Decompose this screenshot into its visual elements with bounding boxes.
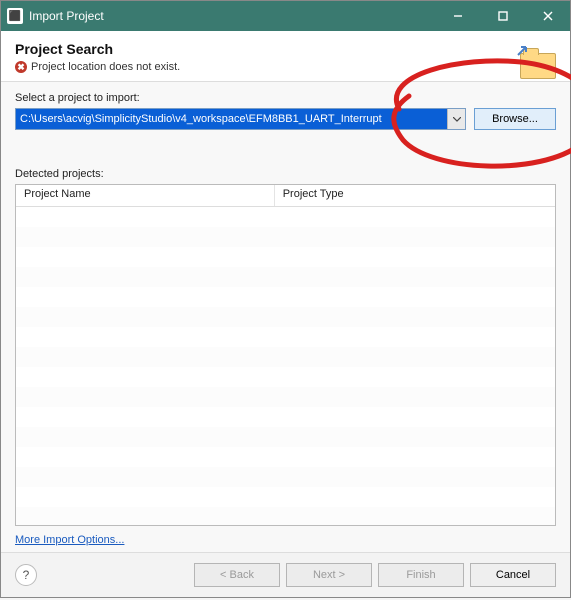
help-button[interactable]: ? xyxy=(15,564,37,586)
window-title: Import Project xyxy=(29,9,435,23)
finish-button: Finish xyxy=(378,563,464,587)
path-input[interactable] xyxy=(15,108,466,130)
error-icon: ✖ xyxy=(15,61,27,73)
import-project-dialog: ⬛ Import Project Project Search ✖ Projec… xyxy=(0,0,571,598)
chevron-down-icon xyxy=(453,117,461,122)
table-header: Project Name Project Type xyxy=(16,185,555,207)
path-combo[interactable] xyxy=(15,108,466,130)
select-path-label: Select a project to import: xyxy=(15,92,556,104)
wizard-content: Select a project to import: Browse... De… xyxy=(1,82,570,552)
detected-projects-label: Detected projects: xyxy=(15,168,556,180)
table-body[interactable] xyxy=(16,207,555,525)
more-import-options-link[interactable]: More Import Options... xyxy=(15,534,556,546)
cancel-button[interactable]: Cancel xyxy=(470,563,556,587)
row-stripes xyxy=(16,207,555,525)
maximize-button[interactable] xyxy=(480,1,525,31)
browse-button[interactable]: Browse... xyxy=(474,108,556,130)
import-wizard-icon xyxy=(514,39,556,81)
wizard-footer: ? < Back Next > Finish Cancel xyxy=(1,552,570,597)
column-project-type[interactable]: Project Type xyxy=(275,185,555,206)
maximize-icon xyxy=(498,11,508,21)
close-icon xyxy=(543,11,553,21)
detected-projects-table: Project Name Project Type xyxy=(15,184,556,526)
back-button: < Back xyxy=(194,563,280,587)
wizard-header: Project Search ✖ Project location does n… xyxy=(1,31,570,82)
next-button: Next > xyxy=(286,563,372,587)
minimize-icon xyxy=(453,11,463,21)
error-line: ✖ Project location does not exist. xyxy=(15,61,556,73)
help-icon: ? xyxy=(23,568,30,582)
app-icon: ⬛ xyxy=(7,8,23,24)
page-title: Project Search xyxy=(15,41,556,57)
path-row: Browse... xyxy=(15,108,556,130)
column-project-name[interactable]: Project Name xyxy=(16,185,275,206)
path-dropdown-button[interactable] xyxy=(447,109,465,129)
titlebar: ⬛ Import Project xyxy=(1,1,570,31)
close-button[interactable] xyxy=(525,1,570,31)
error-message: Project location does not exist. xyxy=(31,61,180,73)
minimize-button[interactable] xyxy=(435,1,480,31)
